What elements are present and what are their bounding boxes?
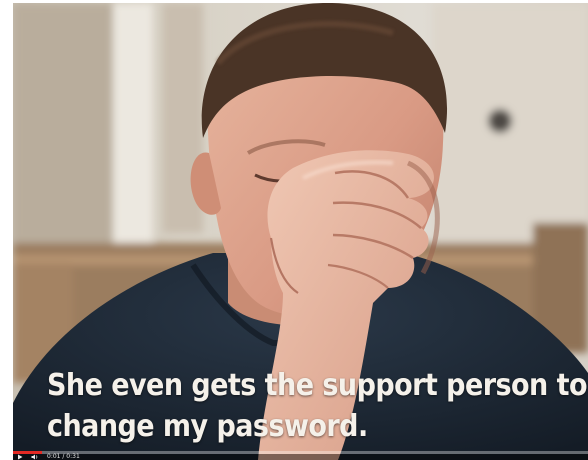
play-icon[interactable]	[17, 454, 23, 460]
video-caption: She even gets the support person to chan…	[47, 365, 587, 447]
player-controls: 0:01 / 0:31	[13, 453, 588, 460]
caption-line-1: She even gets the support person to	[47, 368, 587, 403]
caption-line-2: change my password.	[47, 409, 368, 444]
time-display: 0:01 / 0:31	[47, 453, 80, 460]
volume-icon[interactable]	[31, 454, 39, 460]
video-player[interactable]: She even gets the support person to chan…	[13, 3, 588, 460]
